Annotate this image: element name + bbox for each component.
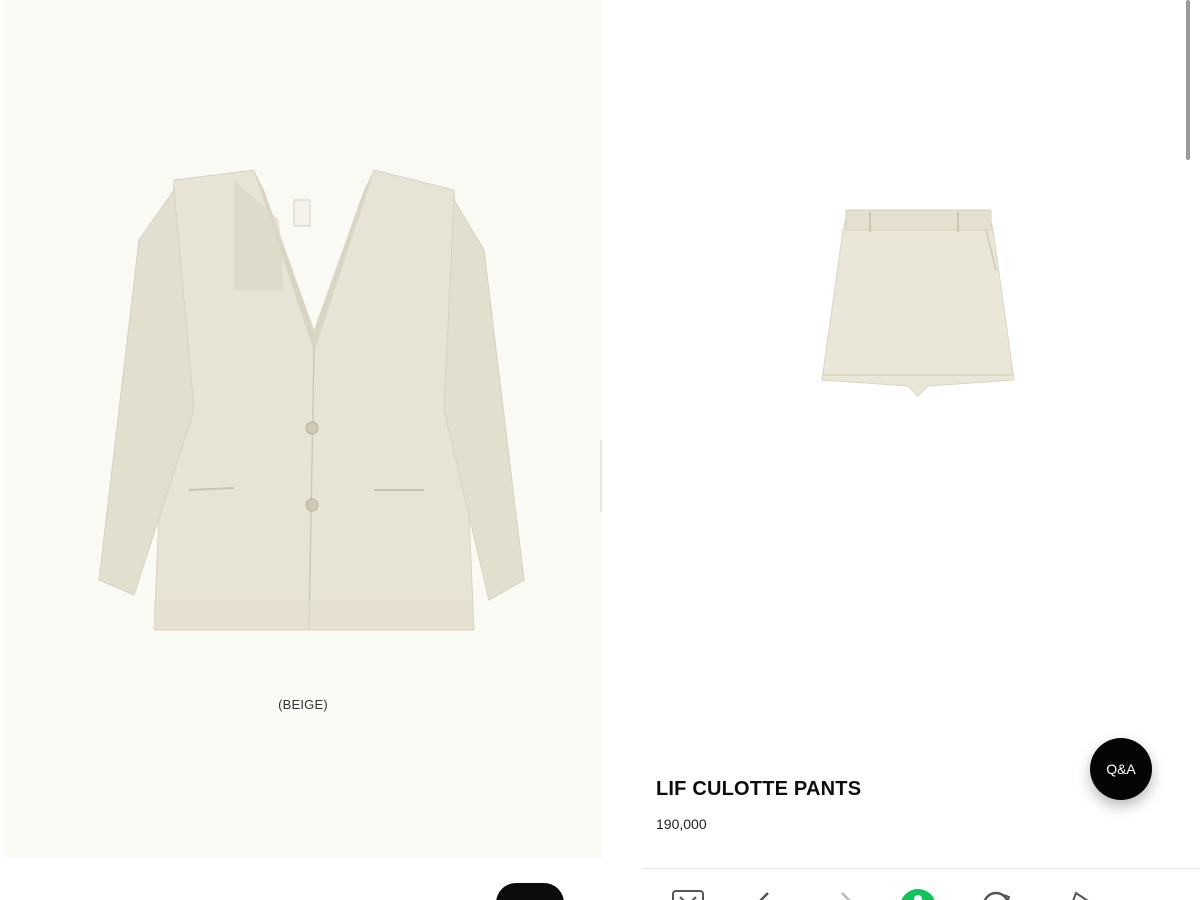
product-title: LIF CULOTTE PANTS xyxy=(656,778,862,800)
browser-toolbar xyxy=(642,868,1200,900)
product-price: 190,000 xyxy=(656,816,707,832)
back-arrow-icon[interactable] xyxy=(746,885,782,900)
forward-arrow-icon[interactable] xyxy=(828,885,864,900)
jacket-product-image-panel[interactable]: (BEIGE) xyxy=(4,0,602,858)
qa-button[interactable]: Q&A xyxy=(1090,738,1152,800)
scrollbar[interactable] xyxy=(1186,0,1190,160)
app-screen: (BEIGE) LIF CULOTTE PANTS 190,000 Q&A xyxy=(0,0,1200,900)
home-icon[interactable] xyxy=(900,885,936,900)
product-detail-panel: LIF CULOTTE PANTS 190,000 Q&A xyxy=(642,0,1200,900)
floating-action-button[interactable] xyxy=(496,883,564,900)
jacket-image xyxy=(98,169,525,631)
panel-edge xyxy=(600,440,602,512)
share-icon[interactable] xyxy=(1058,885,1094,900)
color-caption: (BEIGE) xyxy=(278,697,328,712)
tabs-icon[interactable] xyxy=(670,885,706,900)
culotte-pants-image[interactable] xyxy=(818,200,1018,400)
refresh-icon[interactable] xyxy=(978,885,1014,900)
